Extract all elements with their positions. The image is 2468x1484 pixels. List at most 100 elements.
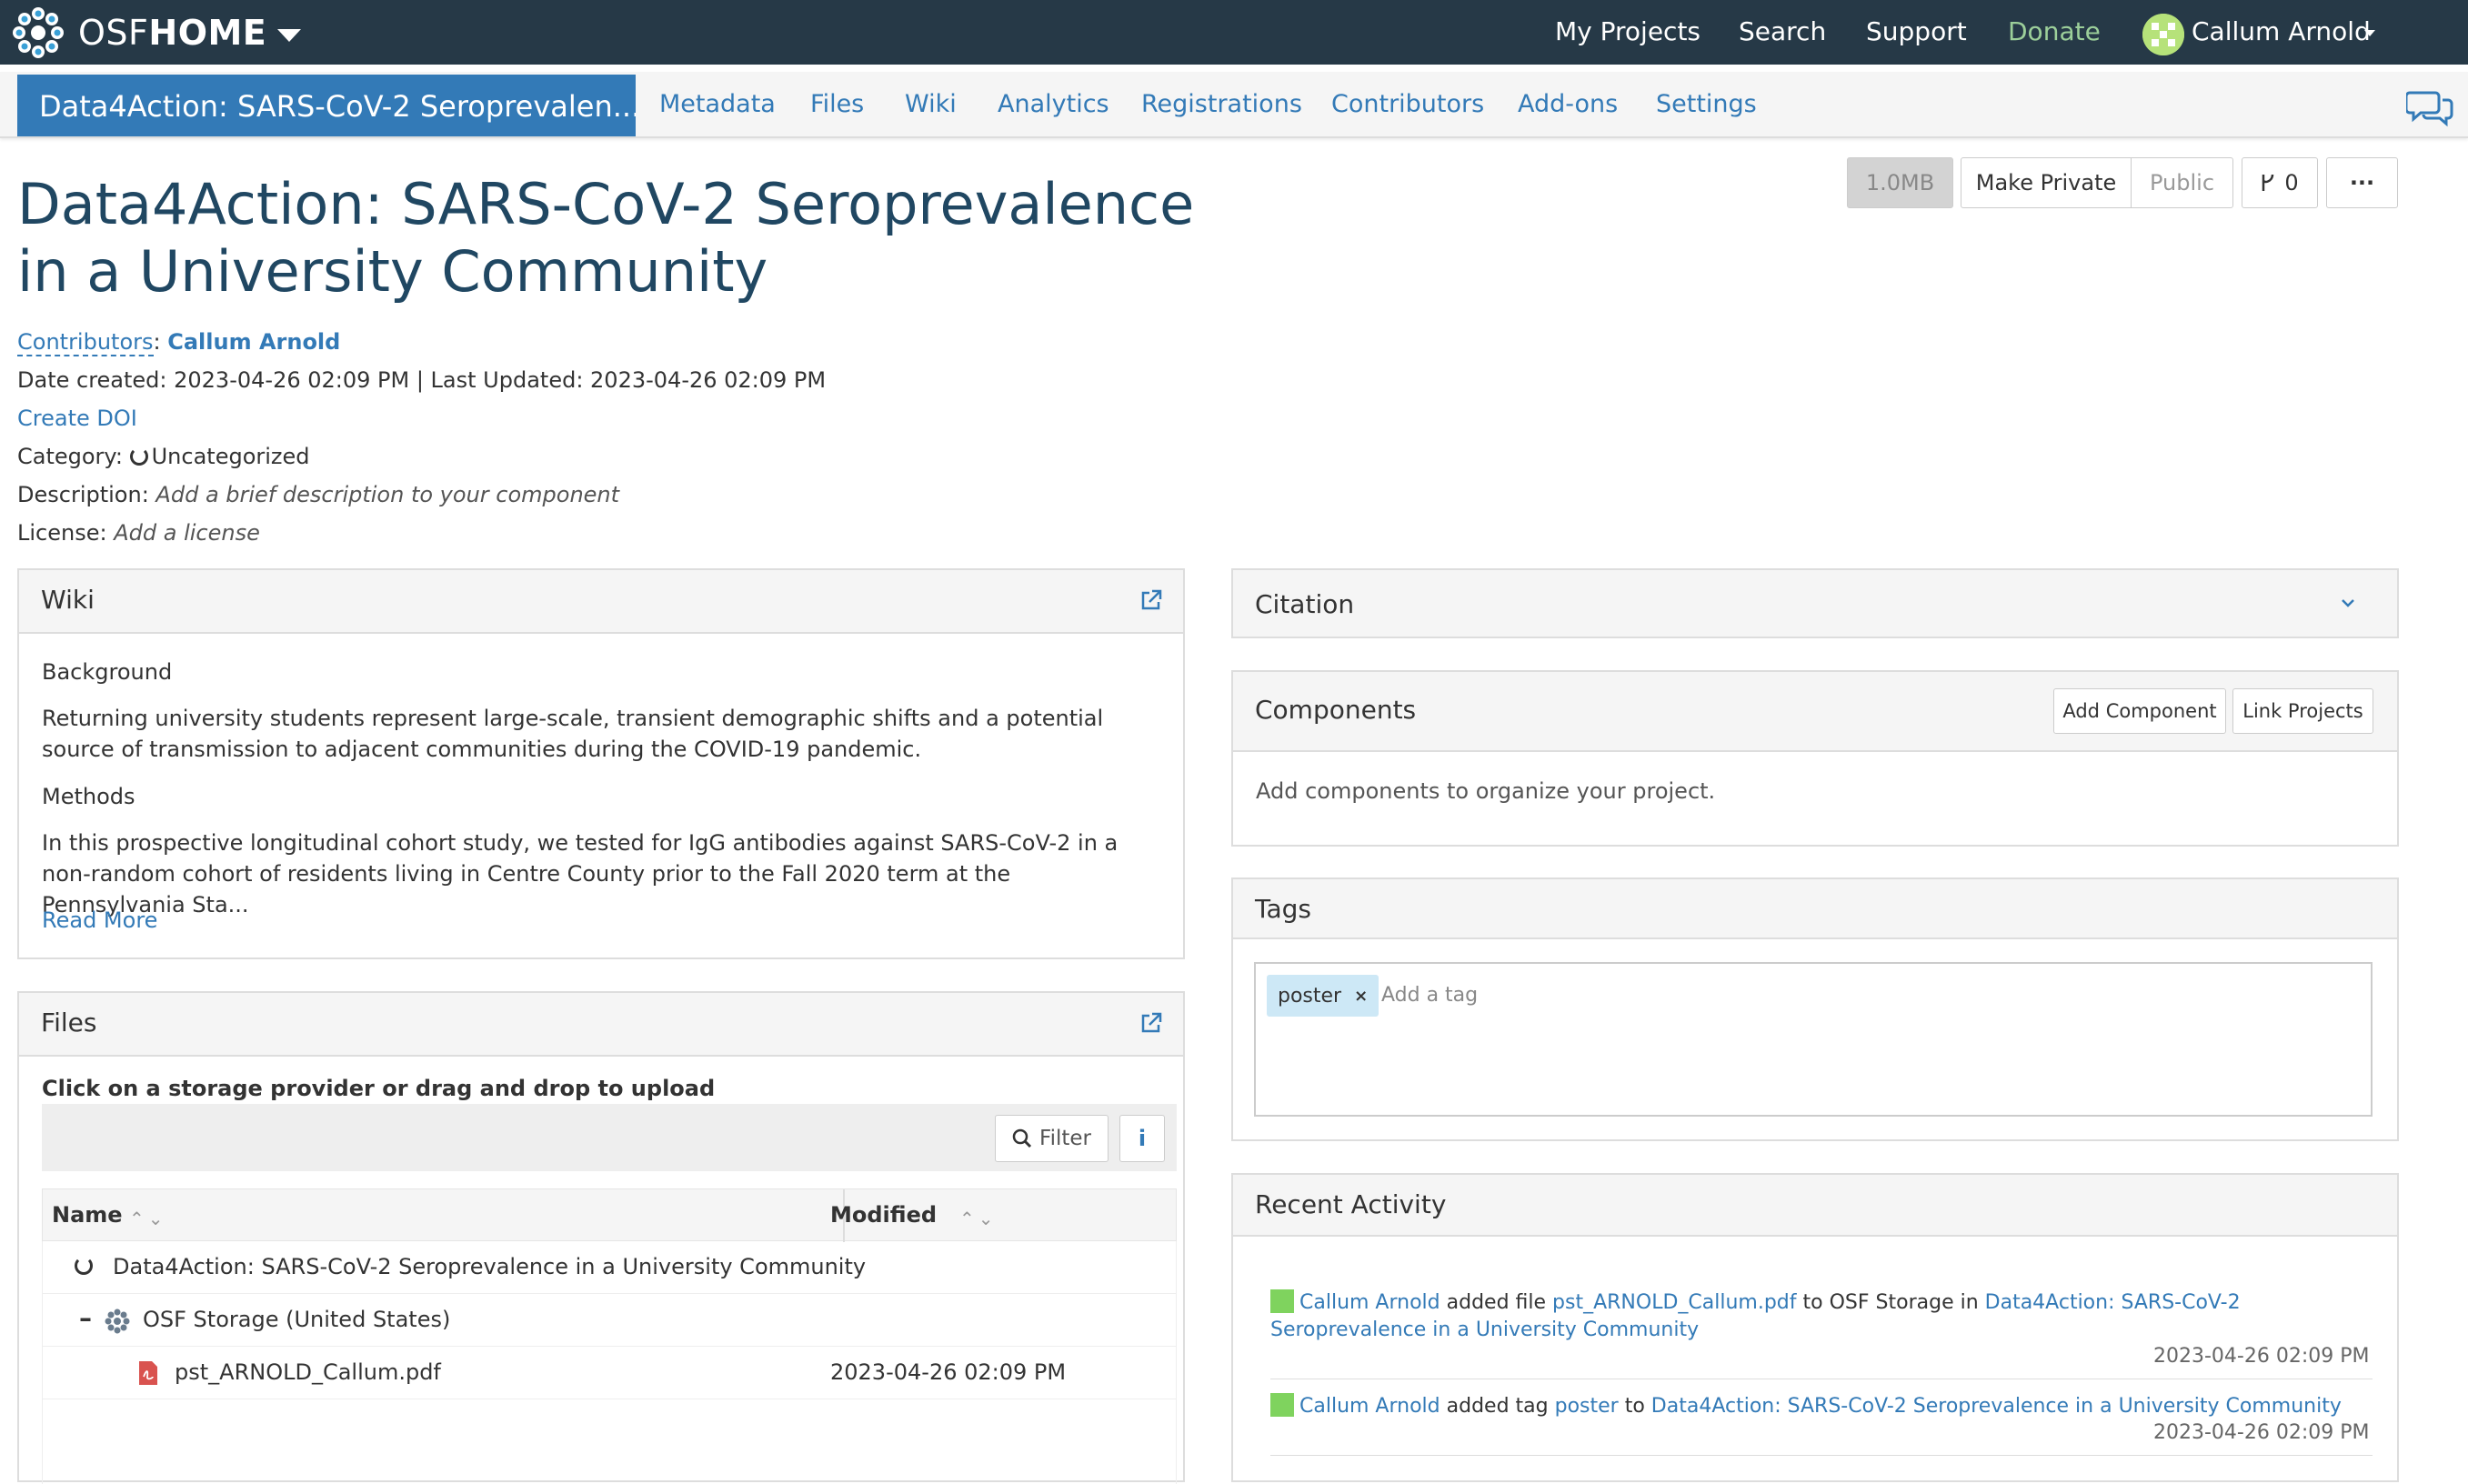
- contributors-link[interactable]: Contributors: [17, 329, 154, 356]
- fork-count: 0: [2284, 170, 2299, 196]
- filter-button[interactable]: Filter: [995, 1115, 1109, 1162]
- tab-files[interactable]: Files: [810, 90, 864, 118]
- brand-osf-text: OSF: [78, 13, 149, 53]
- file-row-storage[interactable]: – OSF Storage (United States): [42, 1294, 1177, 1347]
- remove-tag-icon[interactable]: ×: [1354, 987, 1368, 1006]
- activity-user-link[interactable]: Callum Arnold: [1299, 1395, 1440, 1418]
- fork-button[interactable]: 0: [2242, 157, 2318, 208]
- contributor-name-link[interactable]: Callum Arnold: [167, 329, 340, 355]
- link-projects-button[interactable]: Link Projects: [2232, 688, 2373, 734]
- tag-chip: poster ×: [1267, 975, 1379, 1017]
- tag-input-box[interactable]: poster × Add a tag: [1254, 962, 2373, 1117]
- read-more-link[interactable]: Read More: [42, 905, 157, 936]
- user-menu[interactable]: Callum Arnold: [2192, 16, 2371, 46]
- tags-panel-title: Tags: [1255, 894, 1311, 924]
- project-nav-title[interactable]: Data4Action: SARS-CoV-2 Seroprevalen...: [17, 75, 636, 136]
- nav-donate[interactable]: Donate: [2008, 16, 2101, 46]
- activity-target-link[interactable]: Data4Action: SARS-CoV-2 Seroprevalence i…: [1651, 1395, 2342, 1418]
- description-value[interactable]: Add a brief description to your componen…: [156, 482, 619, 507]
- add-component-button[interactable]: Add Component: [2053, 688, 2226, 734]
- tab-contributors[interactable]: Contributors: [1331, 90, 1484, 118]
- activity-item: Callum Arnold added file pst_ARNOLD_Call…: [1270, 1289, 2362, 1344]
- user-caret-icon[interactable]: [2364, 30, 2375, 36]
- components-panel-title: Components: [1255, 695, 1417, 725]
- activity-object-link[interactable]: pst_ARNOLD_Callum.pdf: [1552, 1291, 1796, 1314]
- recent-activity-header: Recent Activity: [1233, 1175, 2397, 1237]
- upload-hint: Click on a storage provider or drag and …: [42, 1076, 716, 1101]
- license-value[interactable]: Add a license: [114, 520, 260, 546]
- license-line: License: Add a license: [17, 520, 260, 546]
- components-panel-header: Components Add Component Link Projects: [1233, 672, 2397, 752]
- wiki-panel-title: Wiki: [41, 585, 95, 615]
- file-row-project[interactable]: Data4Action: SARS-CoV-2 Seroprevalence i…: [42, 1241, 1177, 1294]
- activity-item: Callum Arnold added tag poster to Data4A…: [1270, 1393, 2362, 1420]
- fork-icon: [2262, 174, 2274, 191]
- tags-panel-header: Tags: [1233, 879, 2397, 939]
- user-identicon-icon: [1270, 1393, 1294, 1417]
- tab-settings[interactable]: Settings: [1656, 90, 1757, 118]
- wiki-panel-header: Wiki: [19, 570, 1183, 634]
- nav-support[interactable]: Support: [1866, 16, 1967, 46]
- uncategorized-icon: [129, 447, 148, 466]
- filter-label: Filter: [1039, 1127, 1091, 1150]
- public-button[interactable]: Public: [2131, 157, 2233, 208]
- files-panel-title: Files: [41, 1008, 97, 1038]
- file-name[interactable]: pst_ARNOLD_Callum.pdf: [175, 1359, 441, 1385]
- sort-name-icon[interactable]: ⌃⌄: [129, 1208, 167, 1229]
- caret-down-icon[interactable]: [277, 29, 302, 42]
- nav-search[interactable]: Search: [1739, 16, 1826, 46]
- comments-icon[interactable]: [2406, 87, 2453, 127]
- category-value[interactable]: Uncategorized: [152, 444, 310, 469]
- dates-line: Date created: 2023-04-26 02:09 PM | Last…: [17, 367, 827, 393]
- info-button[interactable]: i: [1119, 1115, 1165, 1162]
- storage-size-badge: 1.0MB: [1847, 157, 1953, 208]
- tab-wiki[interactable]: Wiki: [905, 90, 957, 118]
- file-modified: 2023-04-26 02:09 PM: [830, 1359, 1067, 1385]
- column-modified-header: Modified: [830, 1202, 938, 1228]
- license-label: License:: [17, 520, 107, 546]
- wiki-methods-text: In this prospective longitudinal cohort …: [42, 830, 1119, 917]
- activity-action: added tag: [1446, 1395, 1549, 1418]
- external-link-icon[interactable]: [1139, 1011, 1163, 1035]
- external-link-icon[interactable]: [1139, 588, 1163, 612]
- citation-panel-header[interactable]: Citation: [1233, 570, 2397, 637]
- file-toolbar: Filter i: [42, 1104, 1177, 1171]
- make-private-button[interactable]: Make Private: [1961, 157, 2132, 208]
- create-doi-text[interactable]: Create DOI: [17, 406, 137, 431]
- activity-timestamp: 2023-04-26 02:09 PM: [2153, 1421, 2370, 1444]
- components-empty-text: Add components to organize your project.: [1256, 778, 1716, 804]
- user-identicon-icon: [1270, 1289, 1294, 1313]
- tab-analytics[interactable]: Analytics: [998, 90, 1109, 118]
- osf-storage-icon: [105, 1309, 130, 1334]
- files-table-header: Name ⌃⌄ Modified ⌃⌄: [42, 1188, 1177, 1242]
- tab-registrations[interactable]: Registrations: [1141, 90, 1302, 118]
- file-name: Data4Action: SARS-CoV-2 Seroprevalence i…: [113, 1254, 867, 1279]
- components-panel: Components Add Component Link Projects A…: [1231, 670, 2399, 847]
- brand-home-text: HOME: [148, 13, 267, 53]
- description-label: Description:: [17, 482, 149, 507]
- chevron-down-icon[interactable]: [2341, 597, 2355, 608]
- more-options-button[interactable]: ···: [2326, 157, 2398, 208]
- collapse-icon[interactable]: –: [79, 1303, 92, 1333]
- activity-object-link[interactable]: poster: [1555, 1395, 1619, 1418]
- activity-action: added file: [1446, 1291, 1547, 1314]
- citation-panel[interactable]: Citation: [1231, 568, 2399, 638]
- wiki-panel: Wiki Background Returning university stu…: [17, 568, 1185, 959]
- activity-connector: to OSF Storage in: [1802, 1291, 1979, 1314]
- user-avatar[interactable]: [2142, 14, 2184, 55]
- tag-label: poster: [1278, 984, 1342, 1008]
- nav-my-projects[interactable]: My Projects: [1555, 16, 1701, 46]
- tab-add-ons[interactable]: Add-ons: [1518, 90, 1618, 118]
- activity-user-link[interactable]: Callum Arnold: [1299, 1291, 1440, 1314]
- add-tag-input[interactable]: Add a tag: [1381, 984, 1478, 1007]
- pdf-file-icon: [139, 1361, 157, 1385]
- osf-home-brand[interactable]: OSF HOME: [11, 5, 302, 60]
- sort-modified-icon[interactable]: ⌃⌄: [959, 1208, 998, 1229]
- tab-metadata[interactable]: Metadata: [659, 90, 776, 118]
- wiki-heading-background: Background: [42, 659, 173, 685]
- file-row-pdf[interactable]: pst_ARNOLD_Callum.pdf 2023-04-26 02:09 P…: [42, 1347, 1177, 1399]
- create-doi-link[interactable]: Create DOI: [17, 406, 137, 431]
- wiki-heading-methods: Methods: [42, 784, 135, 809]
- file-name: OSF Storage (United States): [143, 1307, 451, 1332]
- activity-divider: [1270, 1455, 2373, 1456]
